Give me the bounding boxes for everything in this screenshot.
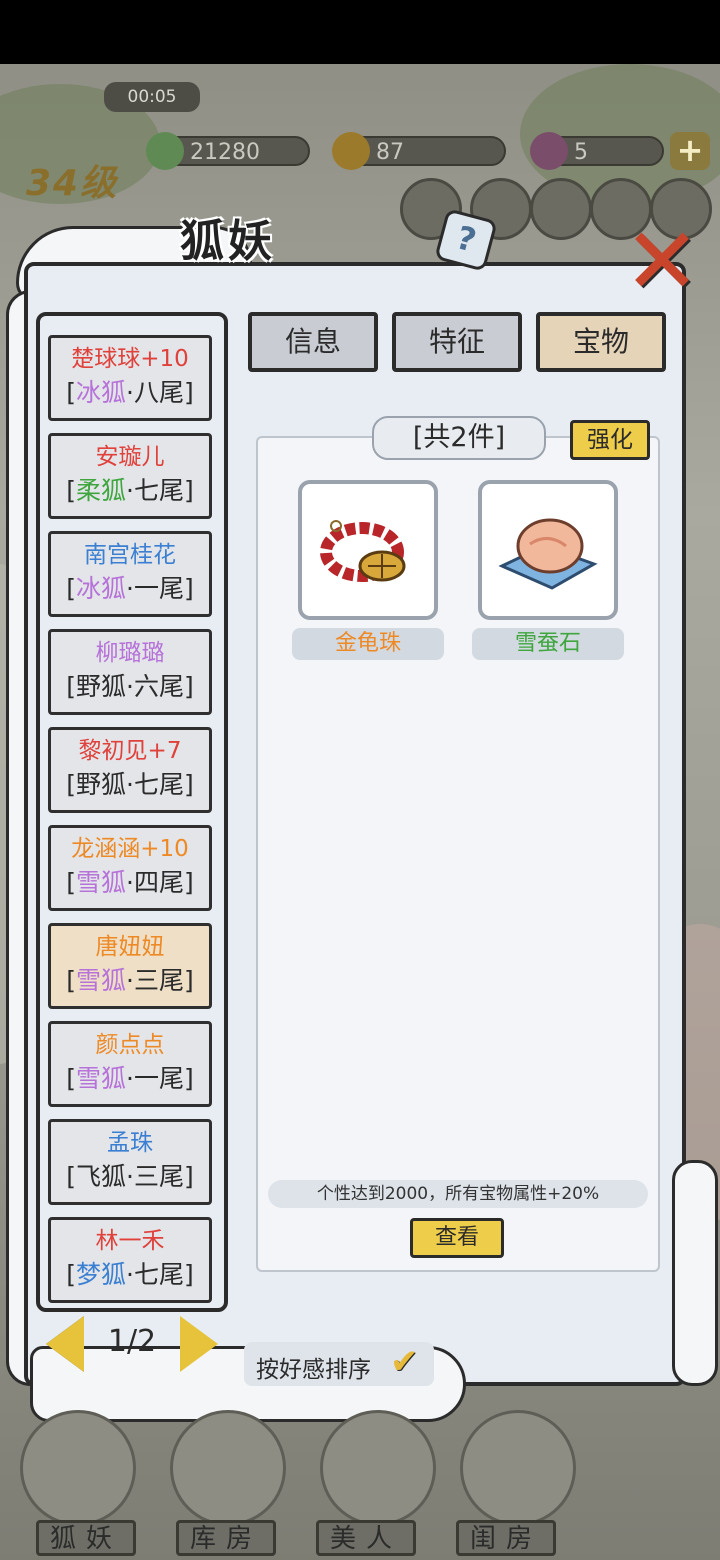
character-name: 颜点点 bbox=[95, 1032, 165, 1058]
character-type: [野狐·七尾] bbox=[66, 770, 194, 799]
snow-silkworm-stone-icon bbox=[498, 518, 598, 590]
boudoir-nav-icon[interactable] bbox=[460, 1410, 576, 1526]
beauty-nav-icon[interactable] bbox=[320, 1410, 436, 1526]
gold-value: 87 bbox=[376, 140, 404, 165]
panel-title: 狐妖 bbox=[180, 216, 276, 267]
character-type: [雪狐·四尾] bbox=[66, 868, 194, 897]
character-item[interactable]: 孟珠 [飞狐·三尾] bbox=[48, 1119, 212, 1205]
character-item[interactable]: 颜点点 [雪狐·一尾] bbox=[48, 1021, 212, 1107]
close-icon[interactable]: ✕ bbox=[622, 216, 702, 308]
character-name: 柳璐璐 bbox=[95, 640, 165, 666]
character-type: [梦狐·七尾] bbox=[66, 1260, 194, 1289]
gem-icon bbox=[530, 132, 568, 170]
character-item-selected[interactable]: 唐妞妞 [雪狐·三尾] bbox=[48, 923, 212, 1009]
treasure-item-card[interactable] bbox=[298, 480, 438, 620]
character-type: [冰狐·一尾] bbox=[66, 574, 194, 603]
gem-counter: 5 bbox=[530, 132, 664, 170]
character-type: [冰狐·八尾] bbox=[66, 378, 194, 407]
character-type: [飞狐·三尾] bbox=[66, 1162, 194, 1191]
bottom-nav: 狐妖 库房 美人 闺房 bbox=[0, 1400, 720, 1560]
character-item[interactable]: 楚球球+10 [冰狐·八尾] bbox=[48, 335, 212, 421]
turtle-bead-bracelet-icon bbox=[320, 520, 406, 582]
character-name: 南宫桂花 bbox=[84, 542, 176, 568]
treasure-item-name: 金龟珠 bbox=[292, 628, 444, 660]
status-bar bbox=[0, 0, 720, 64]
sort-by-affection-toggle[interactable]: 按好感排序 ✔ bbox=[244, 1342, 434, 1386]
fox-tail-decoration bbox=[672, 1160, 718, 1386]
storehouse-nav-icon[interactable] bbox=[170, 1410, 286, 1526]
fox-nav-icon[interactable] bbox=[20, 1410, 136, 1526]
nav-tab-boudoir[interactable]: 闺房 bbox=[456, 1520, 556, 1556]
tab-traits[interactable]: 特征 bbox=[392, 312, 522, 372]
gold-counter: 87 bbox=[332, 132, 506, 170]
prev-page-arrow-icon[interactable] bbox=[46, 1316, 84, 1372]
character-item[interactable]: 柳璐璐 [野狐·六尾] bbox=[48, 629, 212, 715]
jade-icon bbox=[146, 132, 184, 170]
character-name: 楚球球+10 bbox=[71, 346, 189, 372]
treasure-item-card[interactable] bbox=[478, 480, 618, 620]
checkmark-icon: ✔ bbox=[390, 1342, 419, 1382]
tab-info[interactable]: 信息 bbox=[248, 312, 378, 372]
gift-icon[interactable] bbox=[530, 178, 592, 240]
character-name: 林一禾 bbox=[95, 1228, 165, 1254]
nav-tab-fox[interactable]: 狐妖 bbox=[36, 1520, 136, 1556]
gem-value: 5 bbox=[574, 140, 588, 165]
view-button[interactable]: 查看 bbox=[410, 1218, 504, 1258]
character-item[interactable]: 黎初见+7 [野狐·七尾] bbox=[48, 727, 212, 813]
character-type: [雪狐·一尾] bbox=[66, 1064, 194, 1093]
add-gems-button[interactable]: + bbox=[670, 132, 710, 170]
character-type: [野狐·六尾] bbox=[66, 672, 194, 701]
treasure-count: [共2件] bbox=[372, 416, 546, 460]
jade-counter: 21280 bbox=[146, 132, 310, 170]
tab-treasure[interactable]: 宝物 bbox=[536, 312, 666, 372]
character-item[interactable]: 林一禾 [梦狐·七尾] bbox=[48, 1217, 212, 1303]
nav-tab-beauty[interactable]: 美人 bbox=[316, 1520, 416, 1556]
nav-tab-storehouse[interactable]: 库房 bbox=[176, 1520, 276, 1556]
hud-timer: 00:05 bbox=[104, 82, 200, 112]
next-page-arrow-icon[interactable] bbox=[180, 1316, 218, 1372]
character-type: [雪狐·三尾] bbox=[66, 966, 194, 995]
page-number: 1/2 bbox=[107, 1324, 157, 1359]
treasure-effect-text: 个性达到2000，所有宝物属性+20% bbox=[268, 1180, 648, 1208]
character-name: 孟珠 bbox=[107, 1130, 153, 1156]
gold-coin-icon bbox=[332, 132, 370, 170]
jade-value: 21280 bbox=[190, 140, 260, 165]
character-name: 黎初见+7 bbox=[78, 738, 182, 764]
character-item[interactable]: 南宫桂花 [冰狐·一尾] bbox=[48, 531, 212, 617]
character-item[interactable]: 龙涵涵+10 [雪狐·四尾] bbox=[48, 825, 212, 911]
character-item[interactable]: 安璇儿 [柔狐·七尾] bbox=[48, 433, 212, 519]
list-pager: 1/2 bbox=[46, 1316, 218, 1374]
sort-label: 按好感排序 bbox=[256, 1357, 371, 1383]
strengthen-button[interactable]: 强化 bbox=[570, 420, 650, 460]
player-level: 34级 bbox=[26, 163, 119, 204]
treasure-item-name: 雪蚕石 bbox=[472, 628, 624, 660]
character-type: [柔狐·七尾] bbox=[66, 476, 194, 505]
character-name: 龙涵涵+10 bbox=[71, 836, 189, 862]
character-name: 唐妞妞 bbox=[95, 934, 165, 960]
character-name: 安璇儿 bbox=[95, 444, 165, 470]
